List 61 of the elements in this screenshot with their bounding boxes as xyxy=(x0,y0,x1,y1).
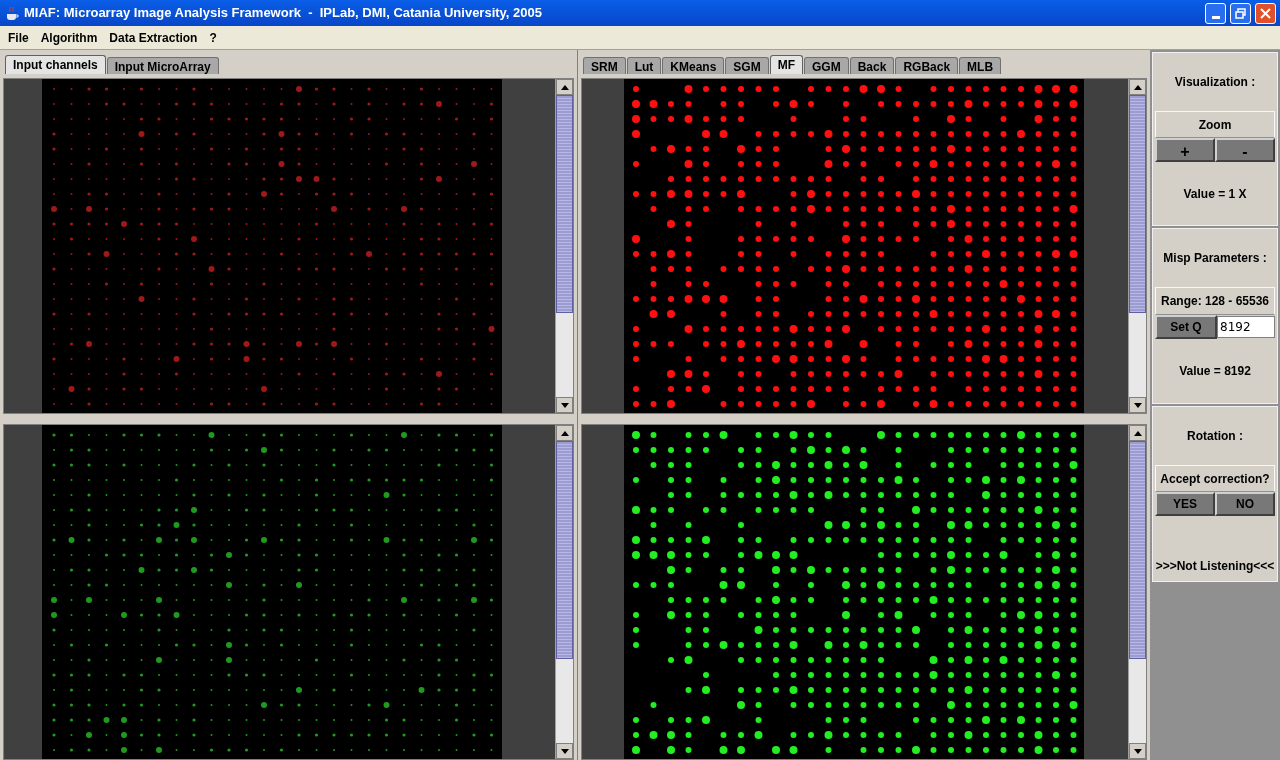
up-arrow-icon xyxy=(560,430,569,436)
q-input-field[interactable]: 8192 xyxy=(1217,316,1275,338)
listening-status: >>>Not Listening<<< xyxy=(1154,558,1276,575)
set-q-button[interactable]: Set Q xyxy=(1155,315,1217,339)
window-title: MIAF: Microarray Image Analysis Framework - IPLab, DMI, Catania University, 2005 xyxy=(24,4,543,23)
menu-item[interactable]: Data Extraction xyxy=(109,28,198,47)
menu-item[interactable]: File xyxy=(8,28,29,47)
tab[interactable]: Lut xyxy=(626,57,662,74)
scroll-thumb[interactable] xyxy=(556,441,573,659)
scroll-up-button[interactable] xyxy=(556,425,573,441)
tab[interactable]: MLB xyxy=(959,57,1002,74)
tab[interactable]: Input channels xyxy=(5,55,106,74)
zoom-button[interactable]: + xyxy=(1155,138,1215,162)
up-arrow-icon xyxy=(1133,430,1142,436)
zoom-button[interactable]: - xyxy=(1215,138,1275,162)
restore-button[interactable] xyxy=(1230,2,1251,24)
up-arrow-icon xyxy=(1133,84,1142,90)
scroll-up-button[interactable] xyxy=(556,79,573,95)
down-arrow-icon xyxy=(1133,748,1142,754)
tab[interactable]: GGM xyxy=(804,57,849,74)
down-arrow-icon xyxy=(560,748,569,754)
scroll-thumb[interactable] xyxy=(1129,441,1146,659)
scrollbar[interactable] xyxy=(1128,425,1146,759)
tab[interactable]: KMeans xyxy=(662,57,725,74)
zoom-value: Value = 1 X xyxy=(1182,185,1248,203)
scroll-up-button[interactable] xyxy=(1129,425,1146,441)
menu-item[interactable]: ? xyxy=(209,28,217,47)
scroll-thumb[interactable] xyxy=(556,95,573,313)
tab[interactable]: MF xyxy=(769,55,803,74)
zoom-label: Zoom xyxy=(1155,111,1275,138)
down-arrow-icon xyxy=(1133,402,1142,408)
tab[interactable]: Input MicroArray xyxy=(106,57,219,74)
section-heading: Visualization : xyxy=(1173,74,1257,91)
scroll-down-button[interactable] xyxy=(1129,397,1146,413)
tab[interactable]: Back xyxy=(849,57,895,74)
scroll-down-button[interactable] xyxy=(556,397,573,413)
scroll-up-button[interactable] xyxy=(1129,79,1146,95)
scrollbar[interactable] xyxy=(1128,79,1146,413)
q-value: Value = 8192 xyxy=(1178,363,1252,380)
scrollbar[interactable] xyxy=(555,425,573,759)
scroll-down-button[interactable] xyxy=(556,743,573,759)
down-arrow-icon xyxy=(560,402,569,408)
correction-prompt: Accept correction? xyxy=(1155,465,1275,492)
range-label: Range: 128 - 65536 xyxy=(1155,287,1275,315)
tab[interactable]: SGM xyxy=(725,57,769,74)
close-button[interactable] xyxy=(1255,2,1276,24)
scroll-thumb[interactable] xyxy=(1129,95,1146,313)
close-icon xyxy=(1260,7,1271,19)
scroll-down-button[interactable] xyxy=(1129,743,1146,759)
cup-icon xyxy=(4,5,20,21)
minimize-button[interactable] xyxy=(1205,2,1226,24)
tab[interactable]: SRM xyxy=(583,57,626,74)
up-arrow-icon xyxy=(560,84,569,90)
scrollbar[interactable] xyxy=(555,79,573,413)
tab[interactable]: RGBack xyxy=(895,57,959,74)
menu-item[interactable]: Algorithm xyxy=(40,28,98,47)
section-heading: Misp Parameters : xyxy=(1162,250,1268,267)
section-heading: Rotation : xyxy=(1186,428,1244,445)
correction-button[interactable]: NO xyxy=(1215,492,1275,516)
correction-button[interactable]: YES xyxy=(1155,492,1215,516)
restore-icon xyxy=(1235,7,1246,19)
